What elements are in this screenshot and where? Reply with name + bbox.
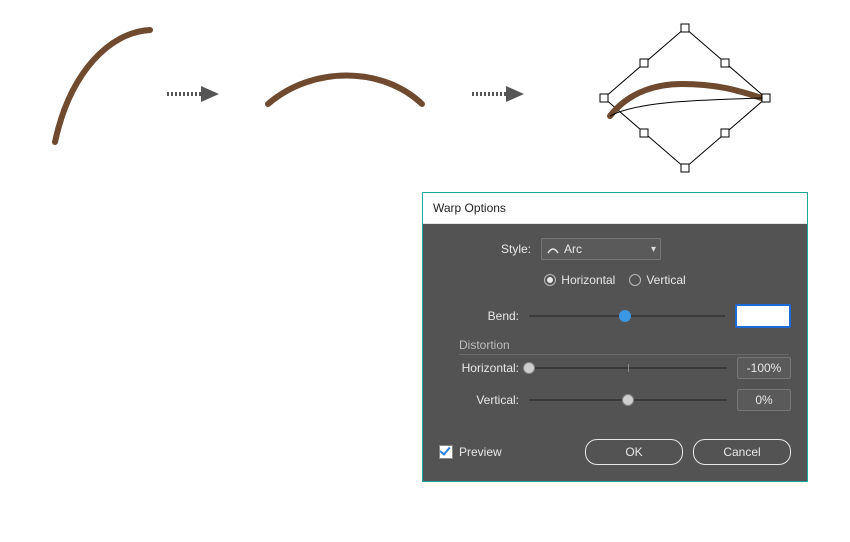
orientation-horizontal-radio[interactable]: Horizontal	[544, 273, 615, 287]
distortion-horizontal-value[interactable]: -100%	[737, 357, 791, 379]
bend-slider[interactable]	[529, 308, 735, 324]
warped-shape-with-bbox[interactable]	[590, 18, 780, 178]
distortion-vertical-value[interactable]: 0%	[737, 389, 791, 411]
distortion-section-label: Distortion	[459, 338, 789, 355]
orientation-horizontal-label: Horizontal	[561, 273, 615, 287]
distortion-horizontal-label: Horizontal:	[439, 361, 529, 375]
orientation-vertical-label: Vertical	[646, 273, 685, 287]
warp-options-dialog: Warp Options Style: Arc ▾ Horizontal	[422, 192, 808, 482]
arc-style-icon	[546, 243, 560, 255]
radio-dot-icon	[544, 274, 556, 286]
orientation-vertical-radio[interactable]: Vertical	[629, 273, 685, 287]
cancel-button[interactable]: Cancel	[693, 439, 791, 465]
distortion-horizontal-slider[interactable]	[529, 360, 737, 376]
dialog-title: Warp Options	[423, 193, 807, 224]
distortion-vertical-label: Vertical:	[439, 393, 529, 407]
bend-value-input[interactable]	[735, 304, 791, 328]
arrow-icon	[165, 82, 223, 106]
style-select[interactable]: Arc ▾	[541, 238, 661, 260]
arrow-icon	[470, 82, 528, 106]
preview-label: Preview	[459, 445, 502, 459]
canvas-illustration	[0, 0, 850, 200]
checkbox-icon	[439, 445, 453, 459]
ok-button[interactable]: OK	[585, 439, 683, 465]
arc-shape-2	[262, 60, 432, 120]
arc-shape-1	[40, 22, 170, 152]
bend-label: Bend:	[439, 309, 529, 323]
style-value: Arc	[564, 242, 582, 256]
distortion-vertical-slider[interactable]	[529, 392, 737, 408]
preview-checkbox[interactable]: Preview	[439, 445, 502, 459]
dialog-body: Style: Arc ▾ Horizontal Vertical	[423, 224, 807, 481]
radio-dot-icon	[629, 274, 641, 286]
chevron-down-icon: ▾	[651, 244, 656, 255]
style-label: Style:	[451, 242, 541, 256]
